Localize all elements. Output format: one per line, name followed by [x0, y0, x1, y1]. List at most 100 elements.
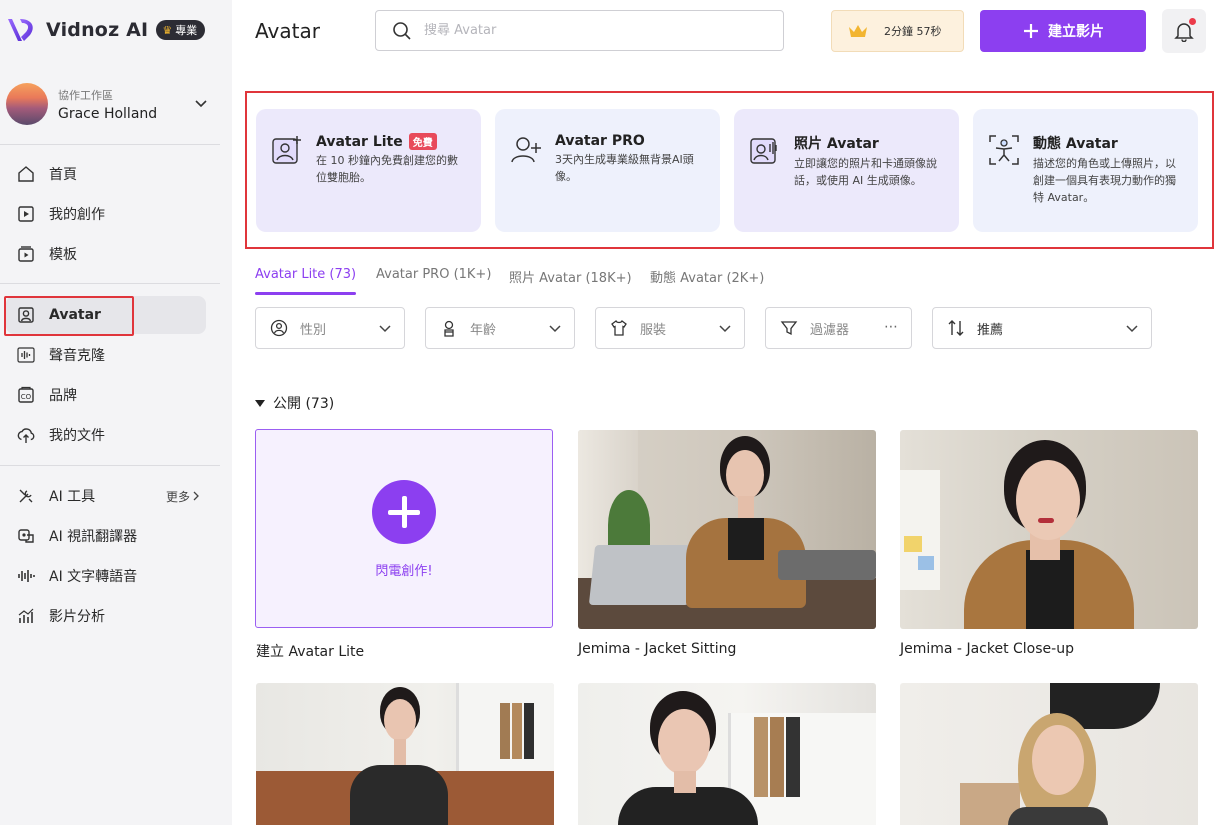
shirt: [350, 765, 448, 825]
book: [512, 703, 522, 759]
outfit-filter[interactable]: 服裝: [595, 307, 745, 349]
face: [658, 709, 710, 775]
sort-dropdown[interactable]: 推薦: [932, 307, 1152, 349]
avatar-thumbnail[interactable]: [578, 683, 876, 825]
chevron-down-icon: [1126, 325, 1138, 333]
book: [524, 703, 534, 759]
chevron-down-icon: [379, 325, 391, 333]
section-title: 公開 (73): [273, 396, 335, 412]
book: [500, 703, 510, 759]
sticky-note: [904, 536, 922, 552]
advanced-filter[interactable]: 過濾器 ⋯: [765, 307, 912, 349]
tools-icon: [16, 486, 36, 506]
create-video-button[interactable]: 建立影片: [980, 10, 1146, 52]
sort-icon: [948, 320, 964, 336]
home-icon: [16, 164, 36, 184]
sidebar-item-video-translator[interactable]: AI 視訊翻譯器: [6, 517, 206, 555]
svg-text:CO: CO: [21, 393, 32, 401]
vidnoz-logo-icon: [8, 19, 33, 41]
sidebar-item-documents[interactable]: 我的文件: [6, 416, 206, 454]
sidebar-item-label: 聲音克隆: [49, 348, 105, 364]
feature-card-avatar-pro[interactable]: Avatar PRO 3天內生成專業級無背景AI頭像。: [495, 109, 720, 232]
create-video-label: 建立影片: [1048, 24, 1104, 40]
sidebar-item-tts[interactable]: AI 文字轉語音: [6, 557, 206, 595]
workspace-switcher[interactable]: 協作工作區 Grace Holland: [6, 80, 216, 128]
translate-icon: [16, 526, 36, 546]
lips: [1038, 518, 1054, 523]
create-avatar-lite-tile[interactable]: 閃電創作!: [255, 429, 553, 628]
search-icon: [393, 21, 411, 40]
tab-dynamic-avatar[interactable]: 動態 Avatar (2K+): [650, 267, 764, 286]
avatar-lite-icon: [272, 136, 301, 164]
feature-card-dynamic-avatar[interactable]: 動態 Avatar 描述您的角色或上傳照片，以創建一個具有表現力動作的獨特 Av…: [973, 109, 1198, 232]
chevron-down-icon: [549, 325, 561, 333]
binder: [754, 717, 768, 797]
create-tile-text: 閃電創作!: [375, 564, 433, 579]
top: [1008, 807, 1108, 825]
face: [1016, 460, 1080, 540]
section-toggle[interactable]: 公開 (73): [255, 393, 334, 413]
notifications-button[interactable]: [1162, 9, 1206, 53]
feature-card-title: 動態 Avatar: [1033, 136, 1118, 152]
avatar-thumbnail[interactable]: [900, 683, 1198, 825]
free-badge: 免費: [408, 133, 437, 150]
sidebar-item-label: AI 文字轉語音: [49, 569, 138, 585]
more-link[interactable]: 更多: [166, 488, 200, 505]
tab-photo-avatar[interactable]: 照片 Avatar (18K+): [509, 267, 632, 286]
plus-icon: [1024, 24, 1038, 38]
brand-kit-icon: CO: [16, 385, 36, 405]
analytics-icon: [16, 606, 36, 626]
brand-logo[interactable]: Vidnoz AI ♛ 專業: [6, 14, 206, 46]
notification-dot: [1189, 18, 1196, 25]
more-link-label: 更多: [165, 489, 190, 504]
crown-icon: ♛: [162, 23, 173, 37]
sidebar-item-label: 我的文件: [49, 428, 105, 444]
add-user-icon: [511, 137, 541, 163]
sidebar-item-templates[interactable]: 模板: [6, 235, 206, 273]
sidebar-item-home[interactable]: 首頁: [6, 155, 206, 193]
tab-avatar-pro[interactable]: Avatar PRO (1K+): [376, 267, 491, 282]
avatar-thumbnail[interactable]: [256, 683, 554, 825]
credits-text: 2分鐘 57秒: [884, 25, 942, 38]
age-icon: [444, 320, 454, 337]
sidebar-item-ai-tools[interactable]: AI 工具 更多: [6, 477, 206, 515]
sidebar-item-label: 模板: [49, 247, 77, 263]
sidebar-item-brand[interactable]: CO 品牌: [6, 376, 206, 414]
age-filter[interactable]: 年齡: [425, 307, 575, 349]
avatar-thumbnail[interactable]: [900, 430, 1198, 629]
sidebar-item-creations[interactable]: 我的創作: [6, 195, 206, 233]
search-bar[interactable]: [375, 10, 784, 51]
age-filter-label: 年齡: [470, 322, 497, 338]
neck: [674, 771, 696, 793]
tab-underline: [255, 292, 356, 295]
credits-balance[interactable]: 2分鐘 57秒: [831, 10, 964, 52]
face: [726, 450, 764, 500]
plan-badge: ♛ 專業: [156, 20, 206, 40]
sidebar-item-video-analytics[interactable]: 影片分析: [6, 597, 206, 635]
top: [1026, 550, 1074, 629]
sidebar-item-label: 影片分析: [49, 609, 105, 625]
workspace-label: 協作工作區: [58, 88, 113, 102]
gender-filter[interactable]: 性別: [255, 307, 405, 349]
whiteboard: [900, 470, 940, 590]
face: [1032, 725, 1084, 795]
feature-card-avatar-lite[interactable]: Avatar Lite 免費 在 10 秒鐘內免費創建您的數位雙胞胎。: [256, 109, 481, 232]
feature-card-title: 照片 Avatar: [794, 136, 879, 152]
tab-avatar-lite[interactable]: Avatar Lite (73): [255, 267, 356, 282]
voice-wave-icon: [16, 345, 36, 365]
feature-card-title: Avatar Lite: [316, 133, 403, 150]
search-input[interactable]: [424, 23, 754, 38]
sidebar: Vidnoz AI ♛ 專業 協作工作區 Grace Holland 首頁 我的創…: [0, 0, 232, 825]
page-title: Avatar: [255, 19, 320, 43]
chevron-right-icon: [193, 491, 199, 501]
avatar: [6, 83, 48, 125]
talking-photo-icon: [750, 138, 777, 164]
more-icon: ⋯: [884, 319, 899, 335]
avatar-thumbnail[interactable]: [578, 430, 876, 629]
sidebar-item-voice-clone[interactable]: 聲音克隆: [6, 336, 206, 374]
feature-card-desc: 在 10 秒鐘內免費創建您的數位雙胞胎。: [316, 154, 458, 184]
divider: [0, 283, 220, 284]
top: [728, 518, 764, 560]
feature-card-photo-avatar[interactable]: 照片 Avatar 立即讓您的照片和卡通頭像說話，或使用 AI 生成頭像。: [734, 109, 959, 232]
feature-card-desc: 描述您的角色或上傳照片，以創建一個具有表現力動作的獨特 Avatar。: [1033, 157, 1176, 204]
